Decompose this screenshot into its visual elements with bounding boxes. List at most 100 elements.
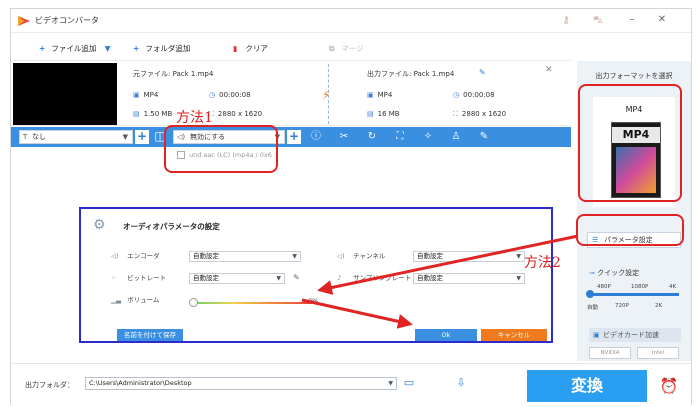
file-size-icon: ▤: [367, 110, 374, 118]
app-window: ビデオコンバータ ⚷ ⛍ – ✕ + ファイル追加 ▼ + フォルダ追加 ▮ ク…: [10, 8, 692, 405]
quality-label: 2K: [655, 303, 663, 309]
bitrate-select[interactable]: 自動設定 ▼: [189, 273, 285, 284]
info-icon[interactable]: ⓘ: [309, 130, 323, 144]
subtitle-edit-icon[interactable]: ✎: [477, 130, 491, 144]
samplerate-label: サンプリングレート: [353, 274, 412, 282]
quality-label: 1080P: [631, 284, 649, 290]
add-subtitle-button[interactable]: +: [135, 130, 149, 144]
chevron-down-icon: ▼: [516, 275, 521, 282]
scissors-icon[interactable]: ✂: [337, 130, 351, 144]
edit-bitrate-icon[interactable]: ✎: [293, 273, 300, 282]
add-audio-button[interactable]: +: [287, 130, 301, 144]
effects-icon[interactable]: ✧: [421, 130, 435, 144]
chevron-down-icon[interactable]: ▼: [105, 44, 111, 53]
app-title: ビデオコンバータ: [35, 16, 99, 25]
subtitle-icon: T: [23, 133, 28, 141]
merge-button[interactable]: ⧉ マージ: [329, 42, 364, 56]
output-duration-value: 00:00:08: [463, 91, 495, 99]
audio-parameter-dialog: ⚙ オーディオパラメータの設定 ◁) エンコーダ 自動設定 ▼ ⁘ ビットレート…: [79, 207, 553, 343]
quality-label: 480P: [597, 284, 611, 290]
source-duration: ◷ 00:00:08: [209, 90, 251, 100]
pencil-icon[interactable]: ✎: [479, 68, 486, 77]
output-file-label: 出力ファイル: Pack 1.mp4: [367, 70, 455, 78]
ok-button[interactable]: Ok: [415, 329, 477, 341]
channel-row: ◁) チャンネル: [337, 249, 385, 263]
file-size-icon: ▤: [133, 110, 140, 118]
merge-label: マージ: [341, 44, 364, 53]
encoder-select[interactable]: 自動設定 ▼: [189, 251, 301, 262]
subtitle-value: なし: [32, 133, 46, 141]
crop-icon[interactable]: ⛶: [393, 130, 407, 144]
bitrate-icon: ⁘: [111, 274, 117, 282]
volume-label: ボリューム: [127, 296, 160, 304]
convert-button[interactable]: 変換: [527, 370, 647, 402]
watermark-icon[interactable]: ♙: [449, 130, 463, 144]
clear-label: クリア: [245, 44, 268, 53]
format-highlight: [578, 84, 682, 202]
clear-button[interactable]: ▮ クリア: [233, 42, 268, 56]
alarm-clock-icon[interactable]: ⏰: [659, 376, 679, 396]
method2-highlight: [576, 214, 684, 246]
chevron-down-icon: ▼: [388, 380, 393, 387]
close-button[interactable]: ✕: [655, 13, 669, 27]
encoder-label: エンコーダ: [127, 252, 160, 260]
file-item[interactable]: 元ファイル: Pack 1.mp4 ▣ MP4 ◷ 00:00:08 ▤ 1.50 M…: [11, 60, 571, 126]
footer-bar: 出力フォルダ： C:\Users\Administrator\Desktop ▼…: [11, 363, 691, 405]
channel-icon: ◁): [337, 252, 345, 260]
volume-slider-handle[interactable]: [189, 298, 198, 307]
key-icon[interactable]: ⚷: [559, 14, 573, 28]
cart-icon[interactable]: ⛍: [591, 14, 605, 28]
clock-icon: ◷: [209, 91, 216, 99]
output-folder-select[interactable]: C:\Users\Administrator\Desktop ▼: [85, 377, 397, 390]
source-size-value: 1.50 MB: [143, 110, 173, 118]
output-format: ▣ MP4: [367, 90, 392, 100]
method2-callout: 方法2: [524, 255, 561, 271]
gpu-acceleration-label: ビデオカード加速: [603, 331, 659, 339]
source-resolution-value: 2880 x 1620: [217, 110, 263, 118]
remove-file-icon[interactable]: ✕: [545, 65, 553, 75]
folder-icon[interactable]: ▭: [401, 376, 417, 390]
add-file-button[interactable]: + ファイル追加 ▼: [39, 42, 111, 56]
output-folder-path: C:\Users\Administrator\Desktop: [89, 379, 192, 387]
output-format-value: MP4: [377, 91, 393, 99]
channel-value: 自動設定: [417, 252, 443, 260]
minimize-button[interactable]: –: [625, 13, 639, 27]
cancel-button[interactable]: キャンセル: [481, 329, 547, 341]
chevron-down-icon: ▼: [516, 253, 521, 260]
method1-highlight: [164, 125, 278, 173]
source-resolution: ⛶ 2880 x 1620: [209, 109, 262, 119]
source-duration-value: 00:00:08: [219, 91, 251, 99]
app-logo-icon: [18, 16, 30, 26]
samplerate-select[interactable]: 自動設定 ▼: [413, 273, 525, 284]
output-resolution-value: 2880 x 1620: [461, 110, 507, 118]
output-resolution: ⛶ 2880 x 1620: [453, 109, 506, 119]
subtitle-select[interactable]: T なし ▼: [19, 130, 133, 144]
merge-icon: ⧉: [329, 44, 335, 53]
rotate-icon[interactable]: ↻: [365, 130, 379, 144]
channel-select[interactable]: 自動設定 ▼: [413, 251, 525, 262]
quality-slider-handle[interactable]: [586, 290, 594, 298]
format-icon: ▣: [367, 91, 374, 99]
format-icon: ▣: [133, 91, 140, 99]
quick-settings-label: クイック設定: [597, 269, 640, 277]
lightning-icon: ⚡: [322, 88, 331, 102]
format-panel-label: 出力フォーマットを選択: [595, 72, 673, 80]
edit-bar: T なし ▼ + ◫ ◁) 無効にする ▼ + ⓘ ✂ ↻ ⛶ ✧ ♙ ✎: [11, 127, 571, 147]
main-toolbar: + ファイル追加 ▼ + フォルダ追加 ▮ クリア ⧉ マージ: [11, 39, 571, 59]
samplerate-row: ♪ サンプリングレート: [337, 271, 411, 285]
video-thumbnail[interactable]: [13, 63, 117, 125]
gpu-acceleration-button[interactable]: ▣ ビデオカード加速: [589, 328, 681, 342]
save-as-button[interactable]: 名前を付けて保存: [117, 329, 183, 341]
source-format: ▣ MP4: [133, 90, 158, 100]
volume-slider-track[interactable]: [194, 302, 312, 304]
chip-icon: ▣: [593, 331, 600, 339]
output-size-value: 16 MB: [377, 110, 400, 118]
quality-slider-track[interactable]: [589, 293, 679, 296]
open-folder-icon[interactable]: ⇩: [453, 376, 469, 390]
add-folder-button[interactable]: + フォルダ追加: [133, 42, 190, 56]
samplerate-value: 自動設定: [417, 274, 443, 282]
quick-settings-heading: ⊸ クイック設定: [589, 268, 639, 278]
encoder-row: ◁) エンコーダ: [111, 249, 160, 263]
chevron-down-icon: ▼: [292, 253, 297, 260]
bitrate-row: ⁘ ビットレート: [111, 271, 166, 285]
